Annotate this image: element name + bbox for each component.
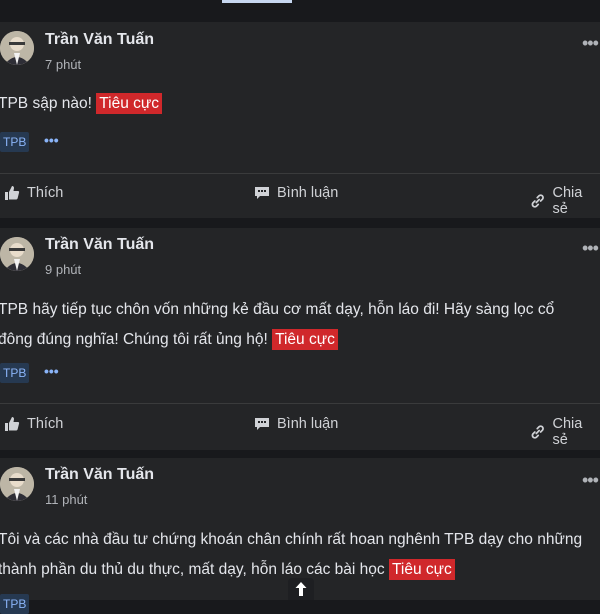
share-button[interactable]: Chia sẻ <box>530 416 600 448</box>
tag-more-icon[interactable]: ••• <box>44 363 59 379</box>
share-label: Chia sẻ <box>552 416 583 448</box>
post-author[interactable]: Trần Văn Tuấn <box>45 466 154 484</box>
like-label: Thích <box>27 185 64 201</box>
stock-tag[interactable]: TPB <box>0 594 30 614</box>
top-tab-indicator <box>0 0 600 3</box>
more-horizontal-icon[interactable]: ••• <box>582 33 599 54</box>
post-text-line: Tôi và các nhà đầu tư chứng khoán chân c… <box>0 531 583 548</box>
tag-more-icon[interactable]: ••• <box>44 132 59 148</box>
comment-button[interactable]: Bình luận <box>254 185 338 201</box>
stock-tag[interactable]: TPB <box>0 132 30 152</box>
share-link-icon <box>531 194 544 208</box>
post-content: TPB sập nào! Tiêu cực <box>0 89 600 119</box>
post-text-line: đông đúng nghĩa! Chúng tôi rất ủng hộ! <box>0 331 268 348</box>
post-time[interactable]: 7 phút <box>45 57 81 72</box>
post-time[interactable]: 11 phút <box>45 492 87 507</box>
scroll-to-top-button[interactable] <box>288 578 314 600</box>
comment-icon <box>255 187 269 199</box>
share-button[interactable]: Chia sẻ <box>530 185 600 217</box>
post-card: Trần Văn Tuấn 7 phút ••• TPB sập nào! Ti… <box>0 22 600 218</box>
share-link-icon <box>531 425 544 439</box>
stock-tag[interactable]: TPB <box>0 363 30 383</box>
post-card: Trần Văn Tuấn 9 phút ••• TPB hãy tiếp tụ… <box>0 228 600 450</box>
more-horizontal-icon[interactable]: ••• <box>582 238 599 259</box>
more-horizontal-icon[interactable]: ••• <box>582 470 599 491</box>
sentiment-badge: Tiêu cực <box>388 559 455 580</box>
sentiment-badge: Tiêu cực <box>96 93 162 114</box>
post-text-line: TPB sập nào! <box>0 95 92 112</box>
post-content: Tôi và các nhà đầu tư chứng khoán chân c… <box>0 525 600 585</box>
arrow-up-icon <box>295 582 307 596</box>
post-author[interactable]: Trần Văn Tuấn <box>45 31 154 49</box>
comment-icon <box>255 418 269 430</box>
comment-label: Bình luận <box>277 185 339 201</box>
post-author[interactable]: Trần Văn Tuấn <box>45 236 154 254</box>
comment-button[interactable]: Bình luận <box>254 416 338 432</box>
thumbs-up-icon <box>5 186 20 200</box>
like-button[interactable]: Thích <box>4 416 63 432</box>
like-button[interactable]: Thích <box>4 185 63 201</box>
share-label: Chia sẻ <box>552 185 583 217</box>
like-label: Thích <box>27 416 64 432</box>
avatar[interactable] <box>0 467 34 501</box>
avatar[interactable] <box>0 31 34 65</box>
comment-label: Bình luận <box>277 416 339 432</box>
divider <box>0 173 600 174</box>
sentiment-badge: Tiêu cực <box>272 329 338 350</box>
thumbs-up-icon <box>5 417 20 431</box>
active-tab-indicator <box>222 0 292 3</box>
post-time[interactable]: 9 phút <box>45 262 81 277</box>
post-text-line: TPB hãy tiếp tục chôn vốn những kẻ đầu c… <box>0 301 555 318</box>
post-content: TPB hãy tiếp tục chôn vốn những kẻ đầu c… <box>0 295 600 355</box>
divider <box>0 403 600 404</box>
avatar[interactable] <box>0 237 34 271</box>
post-text-line: thành phần du thủ du thực, mất dạy, hỗn … <box>0 561 385 578</box>
